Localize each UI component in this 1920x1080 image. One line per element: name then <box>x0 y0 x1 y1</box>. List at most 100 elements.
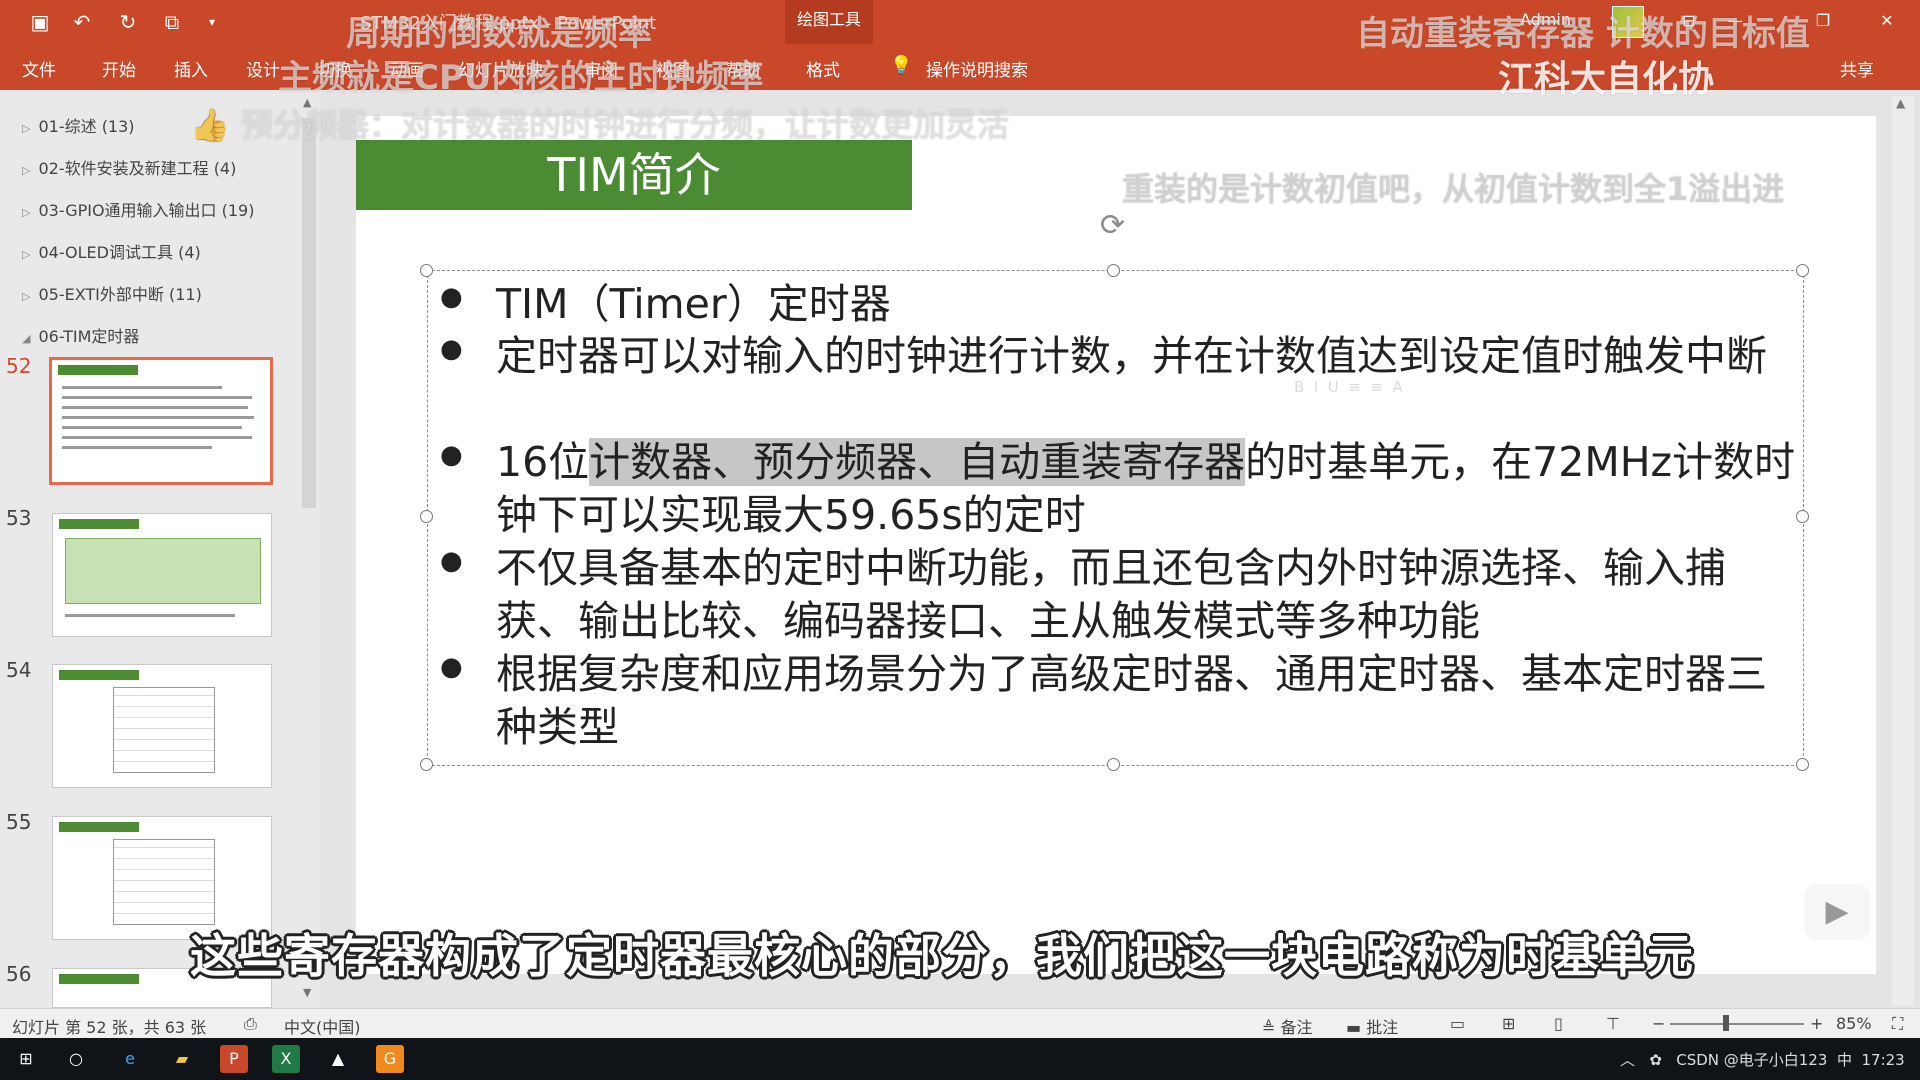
bullet-text: 不仅具备基本的定时中断功能，而且还包含内外时钟源选择、输入捕获、输出比较、编码器… <box>496 542 1796 648</box>
resize-handle[interactable] <box>1796 758 1809 771</box>
watermark-brand: 江科大自化协 <box>1498 59 1715 100</box>
expand-icon[interactable]: ▷ <box>22 164 30 177</box>
resize-handle[interactable] <box>420 510 433 523</box>
tray-text: CSDN @电子小白123 <box>1676 1051 1828 1069</box>
bullet-text-span: 根据复杂度和应用场景分为了高级定时器、通用定时器、基本定时器三种类型 <box>496 650 1767 751</box>
zoom-in-icon[interactable]: + <box>1810 1014 1823 1033</box>
share-button[interactable]: 共享 <box>1840 56 1874 81</box>
scroll-up-icon[interactable]: ▲ <box>1896 96 1905 110</box>
bullet-text: TIM（Timer）定时器 <box>496 278 1796 331</box>
section-item[interactable]: ▷ 03-GPIO通用输入输出口 (19) <box>22 197 254 221</box>
comment-icon: ▬ <box>1346 1018 1367 1037</box>
menu-insert[interactable]: 插入 <box>174 56 208 81</box>
bullet-icon: ● <box>440 652 463 682</box>
powerpoint-icon[interactable]: P <box>220 1045 248 1073</box>
zoom-slider[interactable] <box>1670 1023 1804 1025</box>
comments-button[interactable]: ▬ 批注 <box>1346 1014 1398 1038</box>
resize-handle[interactable] <box>1107 264 1120 277</box>
redo-icon[interactable]: ↻ <box>114 8 142 36</box>
section-label: 05-EXTI外部中断 (11) <box>38 285 202 304</box>
contextual-tab-drawing-tools[interactable]: 绘图工具 <box>785 0 873 44</box>
search-icon[interactable]: ○ <box>62 1045 90 1073</box>
slide-thumbnail-53[interactable] <box>52 513 272 637</box>
section-label: 02-软件安装及新建工程 (4) <box>38 159 237 178</box>
close-icon[interactable]: ✕ <box>1870 8 1904 34</box>
app-icon[interactable]: G <box>376 1045 404 1073</box>
present-icon[interactable]: ⧉ <box>158 8 186 36</box>
clock[interactable]: 17:23 <box>1862 1051 1905 1069</box>
bullet-text-span: 定时器可以对输入的时钟进行计数，并在计数值达到设定值时触发中断 <box>496 332 1767 380</box>
resize-handle[interactable] <box>1796 510 1809 523</box>
file-explorer-icon[interactable]: ▰ <box>168 1045 196 1073</box>
system-tray[interactable]: ︿ ✿ CSDN @电子小白123 中 17:23 <box>1620 1049 1905 1070</box>
slide-title[interactable]: TIM简介 <box>356 140 912 210</box>
fit-slide-icon[interactable]: ⛶ <box>1892 1014 1903 1034</box>
zoom-out-icon[interactable]: − <box>1652 1014 1665 1033</box>
menu-home[interactable]: 开始 <box>102 56 136 81</box>
zoom-level[interactable]: 85% <box>1836 1014 1872 1033</box>
maximize-icon[interactable]: ❐ <box>1806 8 1840 34</box>
resize-handle[interactable] <box>1796 264 1809 277</box>
section-item[interactable]: ▷ 01-综述 (13) <box>22 113 135 137</box>
resize-handle[interactable] <box>420 758 433 771</box>
slide-sorter-icon[interactable]: ⊞ <box>1502 1014 1515 1033</box>
play-icon[interactable]: ▶ <box>1804 884 1870 940</box>
section-item[interactable]: ◢ 06-TIM定时器 <box>22 323 139 347</box>
bullet-text-span: TIM（Timer）定时器 <box>496 280 891 328</box>
section-label: 04-OLED调试工具 (4) <box>38 243 201 262</box>
slide-number: 55 <box>6 810 32 834</box>
section-item[interactable]: ▷ 05-EXTI外部中断 (11) <box>22 281 202 305</box>
selected-text[interactable]: 计数器、预分频器、自动重装寄存器 <box>589 438 1246 486</box>
section-item[interactable]: ▷ 02-软件安装及新建工程 (4) <box>22 155 236 179</box>
photos-icon[interactable]: ▲ <box>324 1045 352 1073</box>
section-label: 06-TIM定时器 <box>38 327 140 346</box>
slide-number: 52 <box>6 354 32 378</box>
slide-thumbnail-54[interactable] <box>52 664 272 788</box>
expand-icon[interactable]: ▷ <box>22 206 30 219</box>
resize-handle[interactable] <box>1107 758 1120 771</box>
collapse-icon[interactable]: ◢ <box>22 332 30 345</box>
expand-icon[interactable]: ▷ <box>22 290 30 303</box>
chevron-up-icon[interactable]: ︿ <box>1620 1051 1635 1069</box>
slide-counter: 幻灯片 第 52 张，共 63 张 <box>12 1018 207 1037</box>
menu-design[interactable]: 设计 <box>246 56 280 81</box>
language-indicator[interactable]: 中文(中国) <box>284 1014 361 1038</box>
resize-handle[interactable] <box>420 264 433 277</box>
editor-scrollbar[interactable] <box>1892 96 1914 1006</box>
ime-indicator[interactable]: 中 <box>1837 1051 1852 1069</box>
save-icon[interactable]: ▣ <box>26 8 54 36</box>
slide-number: 54 <box>6 658 32 682</box>
expand-icon[interactable]: ▷ <box>22 122 30 135</box>
tray-app-icon[interactable]: ✿ <box>1649 1051 1662 1069</box>
panel-scrollbar-thumb[interactable] <box>302 118 316 508</box>
font-bold-icon[interactable]: B I U ≡ ≡ A <box>1294 378 1403 396</box>
rotate-handle-icon[interactable]: ⟳ <box>1100 208 1125 243</box>
excel-icon[interactable]: X <box>272 1045 300 1073</box>
notes-icon: ≜ <box>1262 1018 1281 1037</box>
taskbar: ⊞ ○ e ▰ P X ▲ G ︿ ✿ CSDN @电子小白123 中 17:2… <box>0 1038 1920 1080</box>
slide-number: 56 <box>6 962 32 986</box>
comments-label: 批注 <box>1366 1018 1399 1037</box>
expand-icon[interactable]: ▷ <box>22 248 30 261</box>
spellcheck-icon[interactable]: ⎙ <box>244 1014 257 1034</box>
thumb-up-icon: 👍 <box>190 106 230 144</box>
mini-format-toolbar[interactable]: B I U ≡ ≡ A <box>1290 374 1590 438</box>
slide-thumbnail-52[interactable] <box>49 357 273 485</box>
notes-button[interactable]: ≜ 备注 <box>1262 1014 1313 1038</box>
customize-icon[interactable]: ▾ <box>198 8 226 36</box>
edge-icon[interactable]: e <box>116 1045 144 1073</box>
menu-file[interactable]: 文件 <box>22 56 56 81</box>
section-label: 03-GPIO通用输入输出口 (19) <box>38 201 255 220</box>
zoom-slider-thumb[interactable] <box>1723 1015 1729 1031</box>
scroll-down-icon[interactable]: ▼ <box>303 986 311 999</box>
danmaku-comment: 周期的倒数就是频率 <box>346 14 652 54</box>
video-subtitle: 这些寄存器构成了定时器最核心的部分，我们把这一块电路称为时基单元 <box>190 929 1694 983</box>
normal-view-icon[interactable]: ▭ <box>1450 1014 1465 1033</box>
undo-icon[interactable]: ↶ <box>68 8 96 36</box>
section-item[interactable]: ▷ 04-OLED调试工具 (4) <box>22 239 201 263</box>
reading-view-icon[interactable]: ▯ <box>1554 1014 1563 1033</box>
windows-start-icon[interactable]: ⊞ <box>12 1045 40 1073</box>
tell-me-search[interactable]: 操作说明搜索 <box>926 56 1028 81</box>
slideshow-icon[interactable]: ⊤ <box>1606 1014 1620 1033</box>
menu-format[interactable]: 格式 <box>806 56 840 81</box>
